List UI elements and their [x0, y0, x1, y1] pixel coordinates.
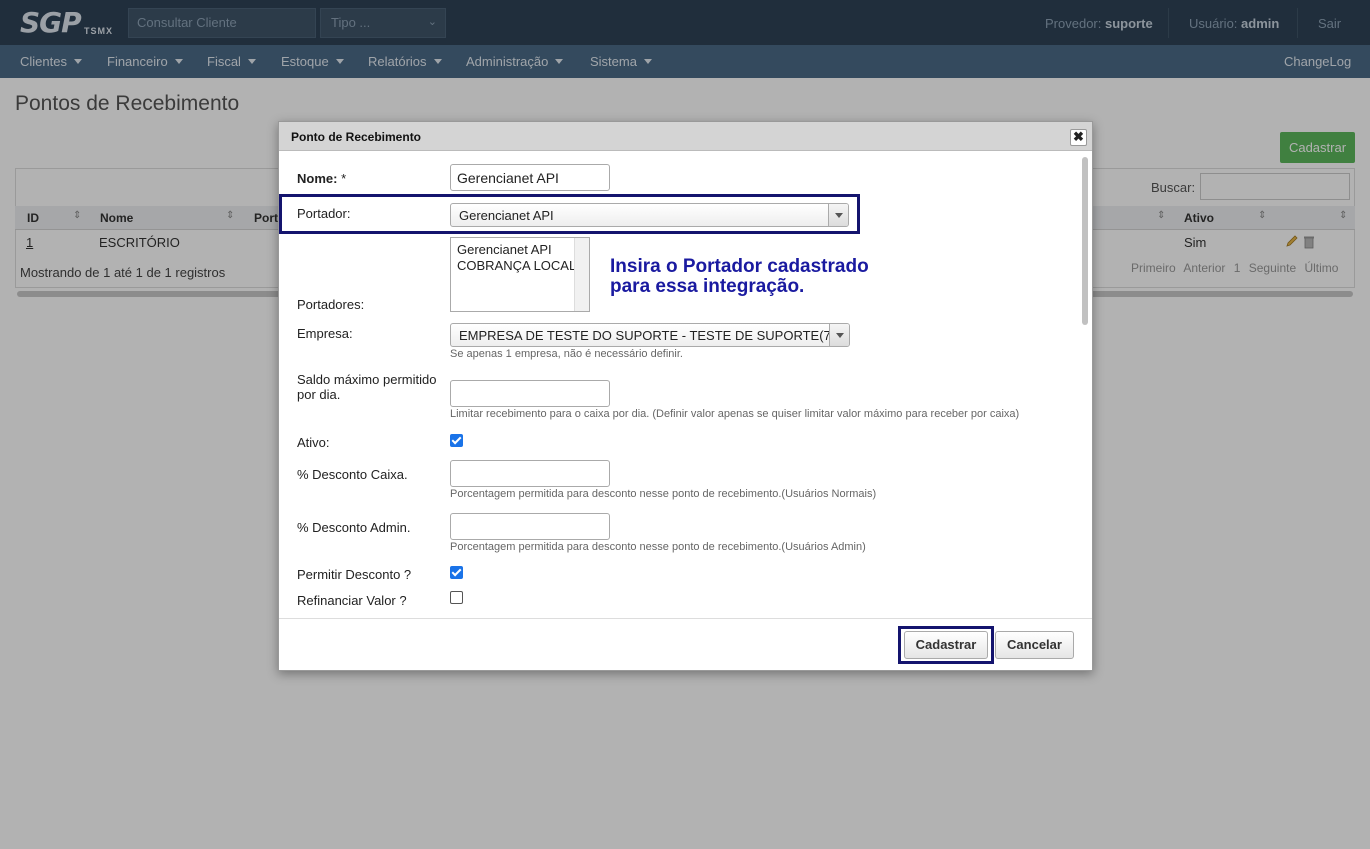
listbox-option[interactable]: Gerencianet API [457, 242, 552, 257]
empresa-select[interactable]: EMPRESA DE TESTE DO SUPORTE - TESTE DE S… [450, 323, 850, 347]
desconto-caixa-input[interactable] [450, 460, 610, 487]
annotation-note: Insira o Portador cadastrado para essa i… [610, 257, 910, 297]
close-icon[interactable]: ✖ [1070, 129, 1087, 146]
saldo-help: Limitar recebimento para o caixa por dia… [450, 408, 1020, 420]
empresa-help: Se apenas 1 empresa, não é necessário de… [450, 348, 683, 360]
nome-label-text: Nome: [297, 171, 338, 186]
dialog-body: Nome: * Gerencianet API Portador: Gerenc… [279, 152, 1079, 612]
cadastrar-button[interactable]: Cadastrar [904, 631, 988, 659]
ativo-checkbox[interactable] [450, 434, 463, 447]
desconto-caixa-help: Porcentagem permitida para desconto ness… [450, 488, 877, 500]
nome-label: Nome: * [297, 171, 346, 186]
refinanciar-checkbox[interactable] [450, 591, 463, 604]
dialog-title: Ponto de Recebimento [291, 130, 422, 144]
refinanciar-label: Refinanciar Valor ? [297, 593, 407, 608]
desconto-admin-label: % Desconto Admin. [297, 520, 411, 535]
portadores-label: Portadores: [297, 297, 365, 312]
desconto-caixa-label: % Desconto Caixa. [297, 467, 408, 482]
portadores-listbox[interactable]: Gerencianet API COBRANÇA LOCAL [450, 237, 590, 312]
permitir-desconto-checkbox[interactable] [450, 566, 463, 579]
empresa-select-value: EMPRESA DE TESTE DO SUPORTE - TESTE DE S… [459, 328, 850, 343]
listbox-option[interactable]: COBRANÇA LOCAL [457, 258, 576, 273]
nome-input[interactable]: Gerencianet API [450, 164, 610, 191]
dialog-header: Ponto de Recebimento ✖ [279, 122, 1092, 151]
saldo-label: Saldo máximo permitido por dia. [297, 372, 436, 402]
permitir-desconto-label: Permitir Desconto ? [297, 567, 412, 582]
chevron-down-icon[interactable] [828, 204, 848, 226]
ativo-label: Ativo: [297, 435, 330, 450]
portador-label: Portador: [297, 206, 351, 221]
cancelar-button[interactable]: Cancelar [995, 631, 1074, 659]
dialog-scrollbar-thumb[interactable] [1082, 157, 1088, 325]
listbox-scrollbar[interactable] [574, 238, 589, 311]
saldo-label-line: por dia. [297, 387, 341, 402]
portador-select-value: Gerencianet API [459, 208, 554, 223]
chevron-down-icon[interactable] [829, 324, 849, 346]
saldo-input[interactable] [450, 380, 610, 407]
required-asterisk: * [341, 171, 347, 186]
desconto-admin-input[interactable] [450, 513, 610, 540]
portador-select[interactable]: Gerencianet API [450, 203, 849, 227]
ponto-recebimento-dialog: Ponto de Recebimento ✖ Nome: * Gerencian… [278, 121, 1093, 671]
empresa-label: Empresa: [297, 326, 353, 341]
annotation-line: Insira o Portador cadastrado [610, 256, 869, 277]
annotation-line: para essa integração. [610, 276, 805, 297]
desconto-admin-help: Porcentagem permitida para desconto ness… [450, 541, 866, 553]
saldo-label-line: Saldo máximo permitido [297, 372, 437, 387]
